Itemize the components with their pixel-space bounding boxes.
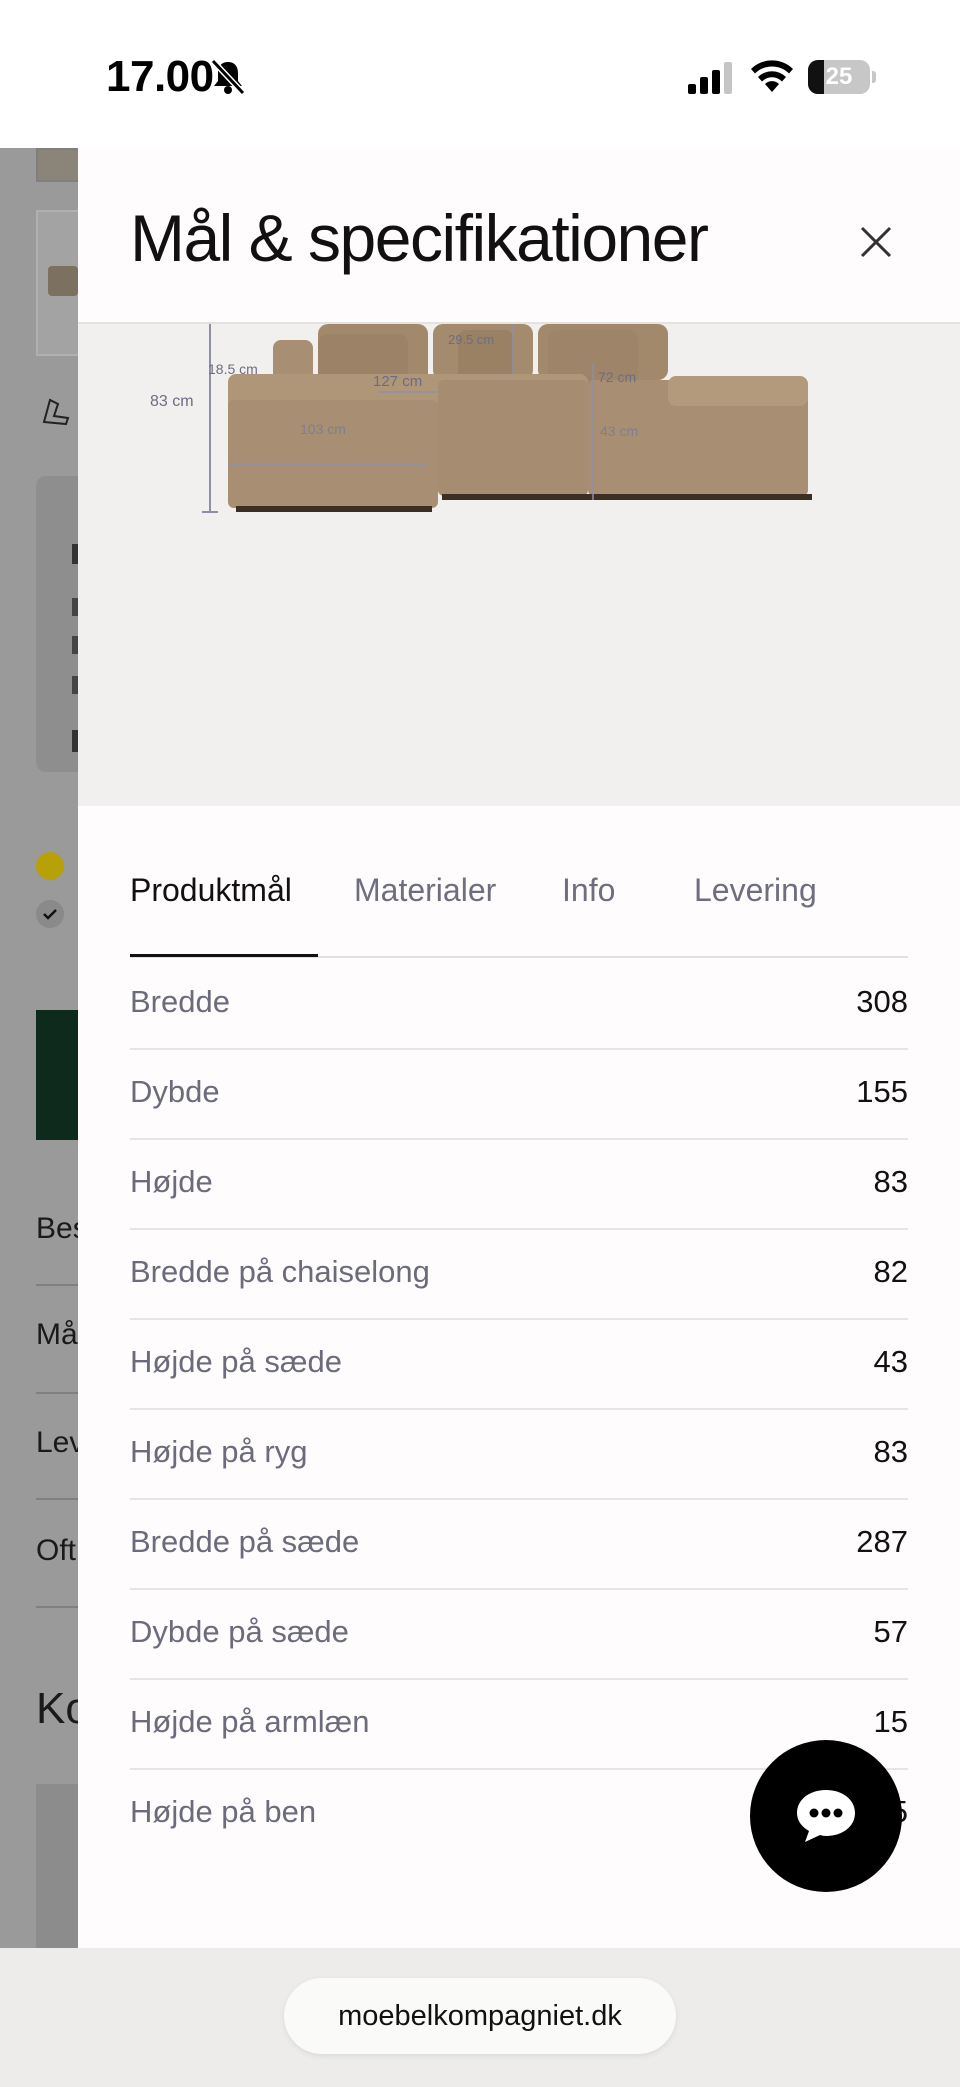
sheet-header: Mål & specifikationer xyxy=(78,148,960,324)
check-icon xyxy=(36,900,64,928)
spec-value: 308 xyxy=(856,984,908,1019)
chat-button[interactable] xyxy=(750,1740,902,1892)
spec-row: Dybde på sæde 57 xyxy=(130,1590,908,1680)
dimension-label: 18.5 cm xyxy=(208,361,258,377)
background-accordion-label: Må xyxy=(36,1318,78,1351)
bell-muted-icon xyxy=(210,58,246,96)
spec-label: Bredde xyxy=(130,984,230,1019)
dimension-label: 29.5 cm xyxy=(448,332,494,347)
spec-label: Højde på ben xyxy=(130,1794,317,1829)
spec-row: Bredde på chaiselong 82 xyxy=(130,1230,908,1320)
spec-label: Bredde på chaiselong xyxy=(130,1254,430,1289)
chat-bubble-icon xyxy=(797,1790,855,1842)
dimension-label: 127 cm xyxy=(373,373,422,390)
spec-label: Højde på armlæn xyxy=(130,1704,370,1739)
spec-row: Bredde på sæde 287 xyxy=(130,1500,908,1590)
dimension-label: 83 cm xyxy=(150,393,194,410)
wifi-icon xyxy=(751,60,793,92)
spec-label: Højde på ryg xyxy=(130,1434,308,1469)
spec-value: 82 xyxy=(873,1254,908,1289)
background-accordion-label: Lev xyxy=(36,1426,78,1459)
active-tab-indicator xyxy=(130,954,318,957)
tab-produktmal[interactable]: Produktmål xyxy=(130,872,292,909)
spec-value: 43 xyxy=(873,1344,908,1379)
spec-label: Højde xyxy=(130,1164,213,1199)
spec-row: Højde på ryg 83 xyxy=(130,1410,908,1500)
spec-row: Dybde 155 xyxy=(130,1050,908,1140)
tab-materialer[interactable]: Materialer xyxy=(354,872,496,909)
background-accordion-label: Oft xyxy=(36,1534,77,1567)
background-section-heading: Ko xyxy=(36,1684,78,1733)
spec-tabs: Produktmål Materialer Info Levering xyxy=(130,872,908,958)
browser-toolbar: moebelkompagniet.dk xyxy=(0,1948,960,2087)
sofa-illustration: 83 cm 18.5 cm 127 cm 29.5 cm 72 cm 103 c… xyxy=(150,324,812,513)
spec-value: 57 xyxy=(873,1614,908,1649)
spec-label: Bredde på sæde xyxy=(130,1524,360,1559)
background-accordion-label: Bes xyxy=(36,1212,78,1245)
status-time: 17.00 xyxy=(106,52,214,101)
tab-info[interactable]: Info xyxy=(562,872,615,909)
spec-label: Højde på sæde xyxy=(130,1344,342,1379)
tab-levering[interactable]: Levering xyxy=(694,872,817,909)
cellular-signal-icon xyxy=(688,62,732,94)
battery-level: 25 xyxy=(825,63,853,90)
divider xyxy=(36,1284,78,1286)
spec-value: 15 xyxy=(873,1704,908,1739)
spec-value: 287 xyxy=(856,1524,908,1559)
background-product-card xyxy=(36,1784,78,1948)
battery-indicator: 25 xyxy=(808,60,876,94)
spec-row: Højde 83 xyxy=(130,1140,908,1230)
dimension-label: 72 cm xyxy=(598,369,636,385)
dimension-label: 103 cm xyxy=(300,421,346,437)
spec-list: Bredde 308 Dybde 155 Højde 83 Bredde på … xyxy=(130,960,908,1860)
sheet-title: Mål & specifikationer xyxy=(130,201,709,275)
spec-value: 83 xyxy=(873,1434,908,1469)
spec-value: 155 xyxy=(856,1074,908,1109)
spec-value: 83 xyxy=(873,1164,908,1199)
spec-label: Dybde xyxy=(130,1074,220,1109)
close-icon[interactable] xyxy=(848,214,904,270)
spec-label: Dybde på sæde xyxy=(130,1614,349,1649)
url-bar[interactable]: moebelkompagniet.dk xyxy=(284,1978,676,2054)
specifications-sheet: Mål & specifikationer 83 cm 18.5 cm 127 … xyxy=(78,148,960,1948)
spec-row: Højde på sæde 43 xyxy=(130,1320,908,1410)
divider xyxy=(36,1392,78,1394)
divider xyxy=(36,1606,78,1608)
divider xyxy=(36,1498,78,1500)
dimension-label: 43 cm xyxy=(600,423,638,439)
product-dimension-image: 83 cm 18.5 cm 127 cm 29.5 cm 72 cm 103 c… xyxy=(78,324,960,806)
spec-row: Bredde 308 xyxy=(130,960,908,1050)
stock-status-dot xyxy=(36,852,64,880)
status-bar: 17.00 25 xyxy=(0,0,960,148)
background-thumbnail-image xyxy=(48,266,78,296)
ruler-icon xyxy=(42,398,70,426)
